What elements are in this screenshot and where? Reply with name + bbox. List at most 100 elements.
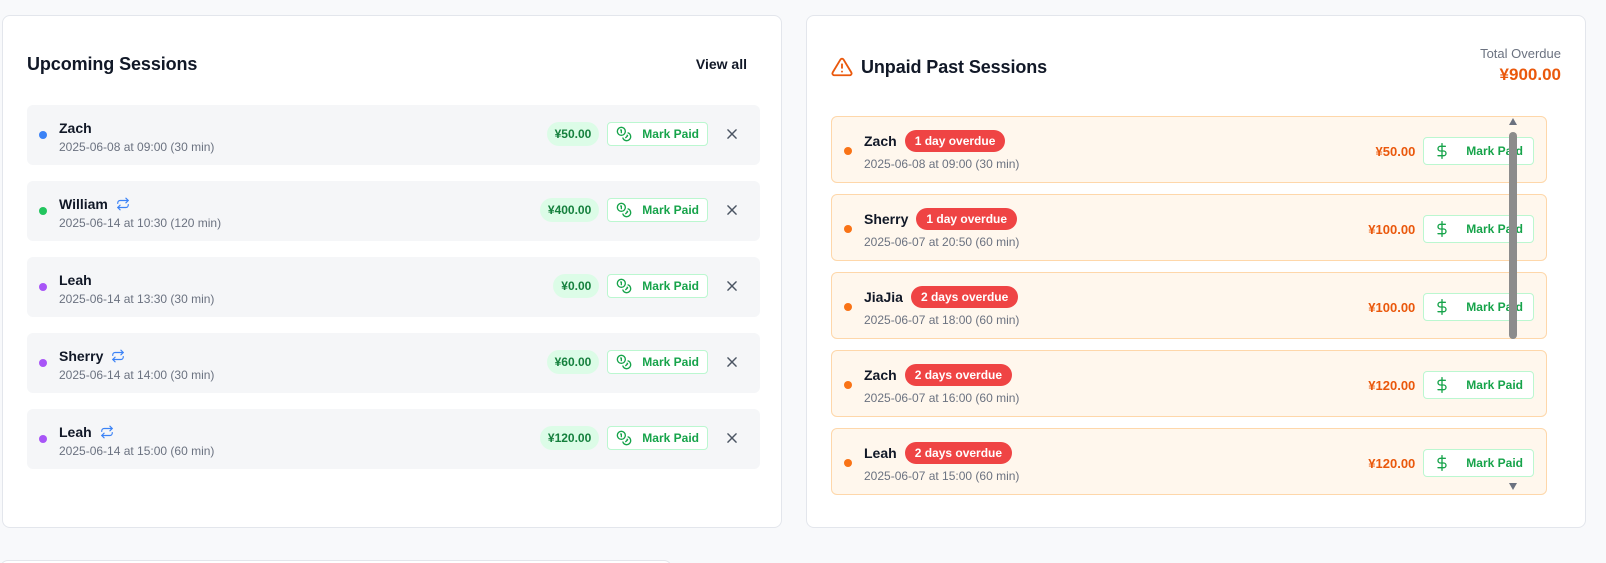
dollar-icon [1437,377,1447,393]
price-badge: ¥120.00 [539,426,600,450]
price-badge: ¥400.00 [539,198,600,222]
session-name-line: Sherry [59,347,214,365]
session-actions: ¥60.00 Mark Paid [546,350,744,374]
mark-paid-button[interactable]: Mark Paid [607,122,708,146]
total-overdue: Total Overdue ¥900.00 [1480,46,1561,85]
upcoming-sessions-card: Upcoming Sessions View all Zach 2025-06-… [2,15,782,528]
dashboard-page: Upcoming Sessions View all Zach 2025-06-… [0,0,1606,563]
unpaid-header: Unpaid Past Sessions Total Overdue ¥900.… [831,46,1561,84]
amount-due: ¥50.00 [1375,143,1416,159]
overdue-badge: 1 day overdue [916,208,1018,230]
price-badge: ¥60.00 [546,350,600,374]
session-datetime: 2025-06-08 at 09:00 (30 min) [59,140,215,154]
session-info: Leah 2025-06-14 at 15:00 (60 min) [59,423,214,458]
unpaid-session-row[interactable]: Zach 1 day overdue 2025-06-08 at 09:00 (… [831,116,1547,183]
session-name-line: William [59,195,221,213]
status-dot [844,303,852,311]
status-dot [844,459,852,467]
status-dot [39,359,47,367]
session-name-line: Zach [59,119,214,137]
cancel-session-button[interactable] [720,122,744,146]
upcoming-session-row[interactable]: Sherry 2025-06-14 at 14:00 (30 min) ¥60.… [27,333,760,393]
cancel-session-button[interactable] [720,426,744,450]
session-name-line: JiaJia 2 days overdue [864,285,1019,309]
close-icon [727,433,737,443]
session-datetime: 2025-06-08 at 09:00 (30 min) [864,157,1020,171]
unpaid-title: Unpaid Past Sessions [861,56,1048,77]
scroll-thumb[interactable] [1509,132,1517,339]
upcoming-session-row[interactable]: Leah 2025-06-14 at 13:30 (30 min) ¥0.00 … [27,257,760,317]
unpaid-session-row[interactable]: Leah 2 days overdue 2025-06-07 at 15:00 … [831,428,1547,495]
session-datetime: 2025-06-14 at 13:30 (30 min) [59,292,215,306]
unpaid-session-row[interactable]: JiaJia 2 days overdue 2025-06-07 at 18:0… [831,272,1547,339]
unpaid-sessions-card: Unpaid Past Sessions Total Overdue ¥900.… [806,15,1586,528]
session-info: Leah 2 days overdue 2025-06-07 at 15:00 … [864,441,1019,483]
repeat-icon [100,425,113,439]
coins-icon [616,202,632,218]
unpaid-scrollbar[interactable] [1508,118,1518,490]
upcoming-session-row[interactable]: Zach 2025-06-08 at 09:00 (30 min) ¥50.00… [27,105,760,165]
cancel-session-button[interactable] [720,274,744,298]
amount-due: ¥120.00 [1368,455,1416,471]
coins-icon [616,354,632,370]
session-name-line: Zach 1 day overdue [864,129,1019,153]
close-icon [727,129,737,139]
mark-paid-label: Mark Paid [642,279,699,293]
upcoming-title: Upcoming Sessions [27,53,198,74]
dollar-icon [1437,299,1447,315]
session-datetime: 2025-06-07 at 20:50 (60 min) [864,235,1020,249]
close-icon [727,205,737,215]
session-datetime: 2025-06-07 at 15:00 (60 min) [864,469,1020,483]
close-icon [727,281,737,291]
session-datetime: 2025-06-07 at 18:00 (60 min) [864,313,1020,327]
close-icon [727,357,737,367]
coins-icon [616,278,632,294]
scroll-up-arrow-icon[interactable] [1509,118,1517,125]
session-info: Sherry 1 day overdue 2025-06-07 at 20:50… [864,207,1019,249]
upcoming-session-row[interactable]: William 2025-06-14 at 10:30 (120 min) ¥4… [27,181,760,241]
cancel-session-button[interactable] [720,198,744,222]
coins-icon [616,126,632,142]
price-badge: ¥50.00 [546,122,600,146]
session-datetime: 2025-06-07 at 16:00 (60 min) [864,391,1020,405]
session-actions: ¥50.00 Mark Paid [546,122,744,146]
unpaid-list[interactable]: Zach 1 day overdue 2025-06-08 at 09:00 (… [831,116,1547,506]
student-name: Zach [864,133,897,149]
dollar-icon [1437,143,1447,159]
overdue-badge: 2 days overdue [910,286,1019,308]
session-name-line: Leah [59,423,214,441]
student-name: Leah [59,272,92,288]
upcoming-session-row[interactable]: Leah 2025-06-14 at 15:00 (60 min) ¥120.0… [27,409,760,469]
student-name: William [59,196,108,212]
price-badge: ¥0.00 [553,274,600,298]
mark-paid-label: Mark Paid [642,355,699,369]
session-info: Zach 2 days overdue 2025-06-07 at 16:00 … [864,363,1019,405]
status-dot [844,147,852,155]
session-datetime: 2025-06-14 at 10:30 (120 min) [59,216,222,230]
session-datetime: 2025-06-14 at 15:00 (60 min) [59,444,215,458]
view-all-link[interactable]: View all [696,56,747,72]
session-info: Sherry 2025-06-14 at 14:00 (30 min) [59,347,214,382]
status-dot [39,207,47,215]
repeat-icon [117,197,129,211]
student-name: Sherry [864,211,909,227]
scroll-down-arrow-icon[interactable] [1509,483,1517,490]
student-name: Leah [59,424,92,440]
mark-paid-button[interactable]: Mark Paid [607,350,708,374]
mark-paid-button[interactable]: Mark Paid [607,426,708,450]
repeat-icon [112,349,125,363]
status-dot [39,435,47,443]
dollar-icon [1437,221,1447,237]
mark-paid-label: Mark Paid [642,431,699,445]
mark-paid-button[interactable]: Mark Paid [607,274,708,298]
student-name: Leah [864,445,897,461]
upcoming-list: Zach 2025-06-08 at 09:00 (30 min) ¥50.00… [27,105,760,485]
cancel-session-button[interactable] [720,350,744,374]
mark-paid-button[interactable]: Mark Paid [607,198,708,222]
session-name-line: Leah [59,271,214,289]
session-actions: ¥400.00 Mark Paid [539,198,744,222]
unpaid-session-row[interactable]: Zach 2 days overdue 2025-06-07 at 16:00 … [831,350,1547,417]
unpaid-session-row[interactable]: Sherry 1 day overdue 2025-06-07 at 20:50… [831,194,1547,261]
amount-due: ¥120.00 [1368,377,1416,393]
mark-paid-label: Mark Paid [642,127,699,141]
